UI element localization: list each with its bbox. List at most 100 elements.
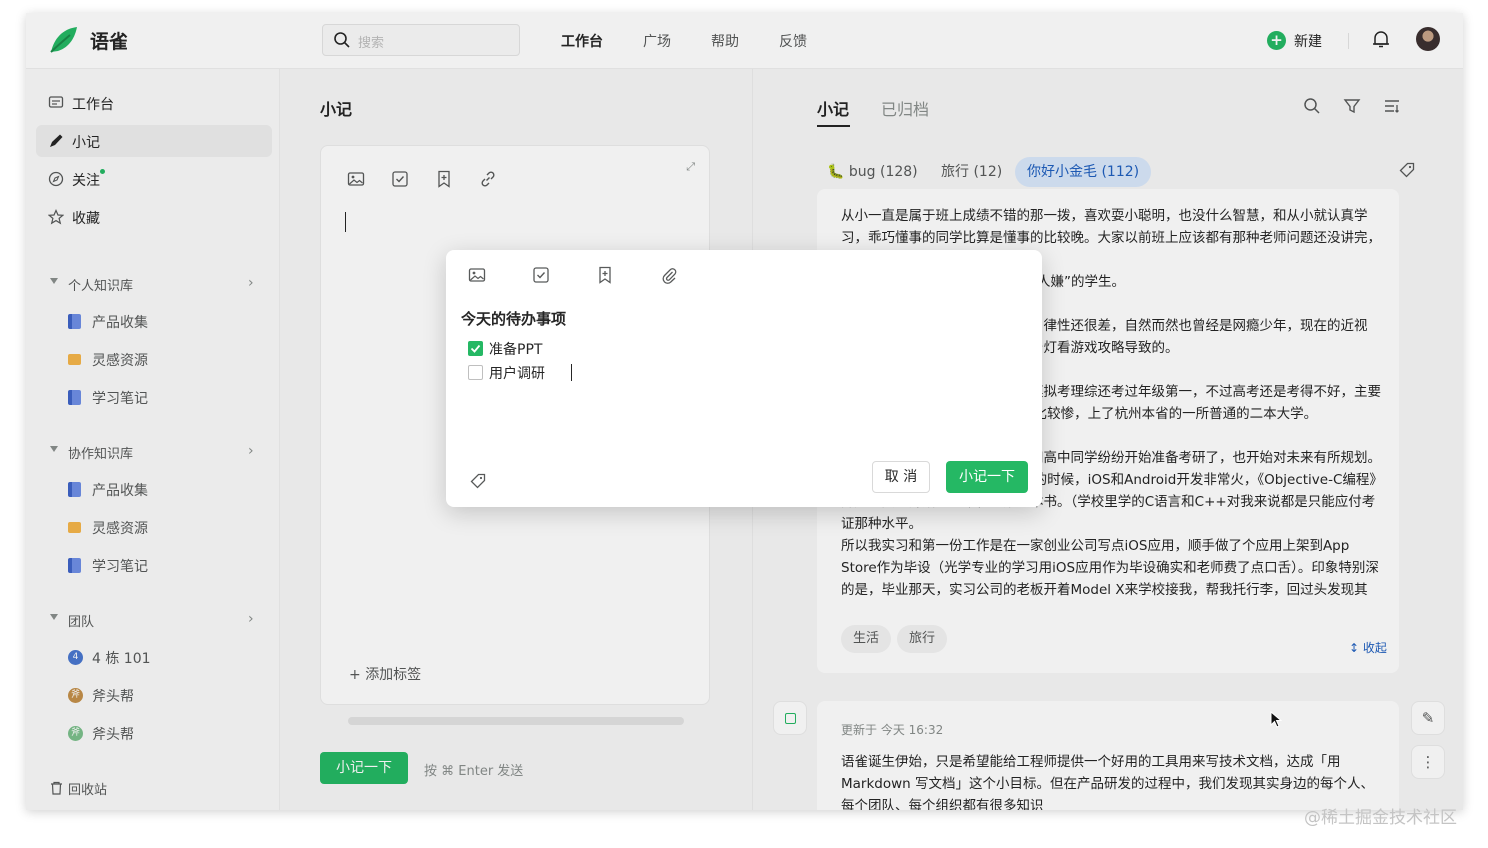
text-caret — [571, 364, 572, 381]
nav-workbench[interactable]: 工作台 — [561, 31, 603, 51]
bug-emoji-icon: 🐛 — [827, 164, 845, 180]
book-icon — [68, 390, 81, 405]
text-caret — [345, 212, 346, 232]
more-icon[interactable]: ⋮ — [1411, 745, 1445, 779]
note-card[interactable]: 更新于 今天 16:32 语雀诞生伊始，只是希望能给工程师提供一个好用的工具用来… — [817, 701, 1399, 810]
caret-down-icon — [50, 278, 58, 284]
todo-label[interactable]: 准备PPT — [489, 339, 542, 359]
sidebar-item-collab-inspiration[interactable]: 灵感资源 — [36, 511, 272, 543]
sidebar-item-personal-study[interactable]: 学习笔记 — [36, 381, 272, 413]
book-icon — [68, 482, 81, 497]
sidebar-group-collab[interactable]: 协作知识库 › — [36, 437, 272, 467]
note-paragraph: 所以我实习和第一份工作是在一家创业公司写点iOS应用，顺手做了个应用上架到App… — [841, 538, 1379, 598]
trash-label: 回收站 — [68, 783, 108, 798]
shortcut-hint: 按 ⌘ Enter 发送 — [424, 764, 524, 779]
quick-note-dialog[interactable]: 今天的待办事项 准备PPT 用户调研 取 消 小记一下 — [446, 250, 1042, 507]
page-title: 小记 — [320, 100, 353, 119]
sidebar-item-label: 斧头帮 — [92, 689, 134, 705]
sidebar-item-personal-product[interactable]: 产品收集 — [36, 305, 272, 337]
sidebar-item-favorites[interactable]: 收藏 — [36, 201, 272, 233]
collapse-label: 收起 — [1362, 641, 1387, 655]
tab-archived[interactable]: 已归档 — [881, 96, 929, 120]
sort-list-icon[interactable] — [1383, 97, 1401, 115]
collapse-button[interactable]: ↕ 收起 — [1349, 639, 1387, 656]
chevron-right-icon[interactable]: › — [248, 443, 254, 459]
chevron-right-icon[interactable]: › — [248, 611, 254, 627]
checkbox-icon[interactable] — [532, 266, 550, 284]
sidebar-item-label: 产品收集 — [92, 483, 148, 499]
trash-icon — [51, 781, 62, 795]
nav-square[interactable]: 广场 — [643, 31, 671, 51]
group-label: 个人知识库 — [68, 279, 134, 294]
nav-feedback[interactable]: 反馈 — [779, 31, 807, 51]
note-tag[interactable]: 生活 — [841, 625, 892, 653]
submit-note-button[interactable]: 小记一下 — [320, 752, 408, 784]
sidebar-item-label: 小记 — [72, 135, 100, 151]
tab-notes[interactable]: 小记 — [817, 96, 849, 120]
note-updated-time: 更新于 今天 16:32 — [841, 723, 944, 737]
nav-help[interactable]: 帮助 — [711, 31, 739, 51]
checkbox-icon[interactable] — [391, 170, 409, 188]
horizontal-scrollbar[interactable] — [348, 717, 684, 725]
group-label: 协作知识库 — [68, 447, 134, 462]
filter-chip-bug[interactable]: 🐛 bug (128) — [815, 157, 930, 187]
book-icon — [68, 314, 81, 329]
dialog-note-title: 今天的待办事项 — [461, 310, 567, 328]
todo-label[interactable]: 用户调研 — [489, 363, 545, 383]
checked-checkbox-icon[interactable] — [468, 341, 483, 356]
user-avatar[interactable] — [1416, 27, 1440, 51]
plus-icon: + — [1267, 31, 1286, 50]
bookmark-add-icon[interactable] — [435, 170, 453, 188]
add-tag-button[interactable]: + 添加标签 — [349, 664, 421, 684]
sidebar-item-personal-inspiration[interactable]: 灵感资源 — [36, 343, 272, 375]
edit-icon[interactable]: ✎ — [1411, 701, 1445, 735]
tag-icon[interactable] — [470, 473, 486, 489]
note-select-checkbox[interactable] — [773, 701, 807, 735]
sidebar-item-collab-study[interactable]: 学习笔记 — [36, 549, 272, 581]
note-tag[interactable]: 旅行 — [897, 625, 948, 653]
sidebar-item-collab-product[interactable]: 产品收集 — [36, 473, 272, 505]
yuque-logo-icon[interactable] — [48, 25, 80, 55]
search-icon[interactable] — [1303, 97, 1321, 115]
sidebar-item-label: 斧头帮 — [92, 727, 134, 743]
folder-icon — [68, 522, 81, 533]
workbench-icon — [48, 96, 64, 108]
search-input[interactable]: 搜索 — [322, 24, 520, 56]
sidebar-item-label: 灵感资源 — [92, 521, 148, 537]
divider — [1348, 33, 1349, 49]
submit-note-button[interactable]: 小记一下 — [946, 461, 1028, 493]
bell-icon[interactable] — [1372, 29, 1390, 49]
attachment-icon[interactable] — [660, 266, 678, 284]
bookmark-add-icon[interactable] — [596, 266, 614, 284]
sidebar-item-team-1[interactable]: 4 4 栋 101 — [36, 641, 272, 673]
chevron-right-icon[interactable]: › — [248, 275, 254, 291]
sidebar-item-follow[interactable]: 关注 — [36, 163, 272, 195]
sidebar-item-team-3[interactable]: 斧 斧头帮 — [36, 717, 272, 749]
book-icon — [68, 558, 81, 573]
mouse-cursor-icon — [1270, 711, 1282, 728]
sidebar-item-team-2[interactable]: 斧 斧头帮 — [36, 679, 272, 711]
expand-icon[interactable]: ⤢ — [686, 160, 695, 174]
sidebar-item-label: 工作台 — [72, 97, 114, 113]
team-avatar: 4 — [68, 650, 83, 665]
checkbox-icon — [785, 713, 796, 724]
link-icon[interactable] — [479, 170, 497, 188]
filter-chip-golden[interactable]: 你好小金毛 (112) — [1015, 157, 1152, 187]
group-label: 团队 — [68, 615, 95, 630]
image-icon[interactable] — [468, 266, 486, 284]
sidebar-item-notes[interactable]: 小记 — [36, 125, 272, 157]
sidebar-item-workbench[interactable]: 工作台 — [36, 87, 272, 119]
unchecked-checkbox-icon[interactable] — [468, 365, 483, 380]
sidebar-group-team[interactable]: 团队 › — [36, 605, 272, 635]
filter-chip-travel[interactable]: 旅行 (12) — [929, 157, 1014, 187]
chip-label: bug (128) — [848, 164, 918, 180]
cancel-button[interactable]: 取 消 — [872, 461, 930, 493]
pen-icon — [50, 134, 63, 147]
new-button-label: 新建 — [1294, 34, 1322, 50]
sidebar-item-trash[interactable]: 回收站 — [36, 773, 272, 803]
filter-icon[interactable] — [1343, 97, 1361, 115]
note-content: 语雀诞生伊始，只是希望能给工程师提供一个好用的工具用来写技术文档，达成「用 Ma… — [841, 754, 1375, 810]
sidebar-group-personal[interactable]: 个人知识库 › — [36, 269, 272, 299]
tag-icon[interactable] — [1399, 162, 1415, 178]
image-icon[interactable] — [347, 170, 365, 188]
